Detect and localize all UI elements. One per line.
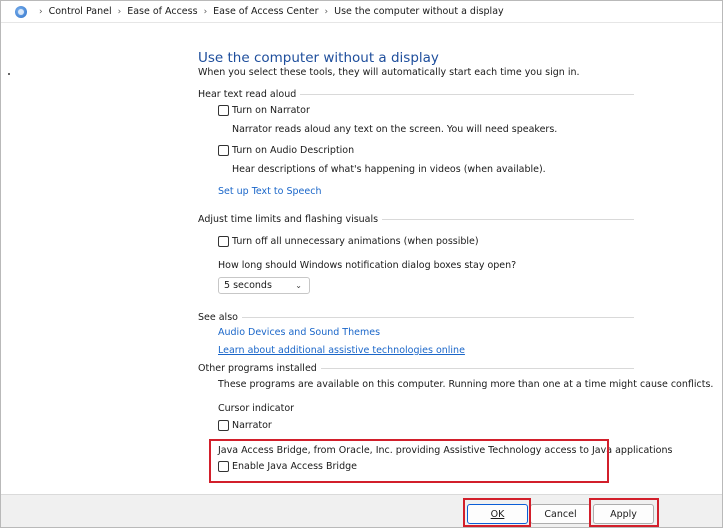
- audio-description-label[interactable]: Turn on Audio Description: [232, 145, 354, 156]
- animations-label[interactable]: Turn off all unnecessary animations (whe…: [232, 236, 479, 247]
- address-bar[interactable]: › Control Panel › Ease of Access › Ease …: [1, 1, 722, 23]
- breadcrumb-ease-of-access[interactable]: Ease of Access: [127, 6, 197, 17]
- audio-description-checkbox[interactable]: [218, 145, 229, 156]
- stray-dot: [8, 73, 10, 75]
- narrator-checkbox[interactable]: [218, 105, 229, 116]
- cursor-indicator-label: Cursor indicator: [218, 403, 295, 414]
- animations-checkbox-row[interactable]: Turn off all unnecessary animations (whe…: [218, 236, 479, 247]
- section-divider: [382, 218, 634, 220]
- other-narrator-checkbox[interactable]: [218, 420, 229, 431]
- audio-description-desc: Hear descriptions of what's happening in…: [232, 164, 546, 175]
- ok-button-label: OK: [490, 508, 505, 520]
- section-heading: See also: [198, 311, 238, 323]
- section-heading: Adjust time limits and flashing visuals: [198, 213, 379, 225]
- java-access-bridge-label[interactable]: Enable Java Access Bridge: [232, 461, 357, 472]
- section-see-also: See also: [198, 311, 634, 323]
- section-other-programs: Other programs installed: [198, 362, 634, 374]
- chevron-right-icon: ›: [117, 6, 122, 17]
- notification-question: How long should Windows notification dia…: [218, 260, 517, 271]
- section-divider: [300, 93, 634, 95]
- chevron-right-icon: ›: [324, 6, 329, 17]
- java-access-bridge-checkbox[interactable]: [218, 461, 229, 472]
- chevron-down-icon: ⌄: [295, 281, 302, 290]
- narrator-description: Narrator reads aloud any text on the scr…: [232, 124, 558, 135]
- java-access-bridge-description: Java Access Bridge, from Oracle, Inc. pr…: [218, 445, 673, 456]
- dropdown-value: 5 seconds: [224, 280, 272, 291]
- breadcrumb: › Control Panel › Ease of Access › Ease …: [33, 6, 504, 17]
- breadcrumb-control-panel[interactable]: Control Panel: [49, 6, 112, 17]
- other-narrator-label[interactable]: Narrator: [232, 420, 272, 431]
- page-subtitle: When you select these tools, they will a…: [198, 67, 580, 78]
- text-to-speech-link[interactable]: Set up Text to Speech: [218, 186, 321, 197]
- audio-description-checkbox-row[interactable]: Turn on Audio Description: [218, 145, 354, 156]
- breadcrumb-current-page[interactable]: Use the computer without a display: [334, 6, 504, 17]
- control-panel-icon: [15, 6, 27, 18]
- breadcrumb-ease-of-access-center[interactable]: Ease of Access Center: [213, 6, 318, 17]
- assistive-tech-link[interactable]: Learn about additional assistive technol…: [218, 345, 465, 356]
- section-time-limits: Adjust time limits and flashing visuals: [198, 213, 634, 225]
- other-narrator-checkbox-row[interactable]: Narrator: [218, 420, 272, 431]
- apply-button-label: Apply: [610, 508, 637, 520]
- section-divider: [241, 316, 634, 318]
- narrator-label[interactable]: Turn on Narrator: [232, 105, 310, 116]
- other-programs-description: These programs are available on this com…: [218, 379, 714, 390]
- chevron-right-icon: ›: [203, 6, 208, 17]
- page-title: Use the computer without a display: [198, 50, 439, 66]
- animations-checkbox[interactable]: [218, 236, 229, 247]
- apply-button[interactable]: Apply: [593, 504, 654, 524]
- audio-devices-link[interactable]: Audio Devices and Sound Themes: [218, 327, 380, 338]
- narrator-checkbox-row[interactable]: Turn on Narrator: [218, 105, 310, 116]
- cancel-button-label: Cancel: [544, 508, 577, 520]
- section-divider: [320, 367, 634, 369]
- section-hear-text: Hear text read aloud: [198, 88, 634, 100]
- cancel-button[interactable]: Cancel: [530, 504, 591, 524]
- section-heading: Hear text read aloud: [198, 88, 297, 100]
- java-access-bridge-checkbox-row[interactable]: Enable Java Access Bridge: [218, 461, 357, 472]
- section-heading: Other programs installed: [198, 362, 317, 374]
- chevron-right-icon: ›: [39, 6, 43, 17]
- ok-button[interactable]: OK: [467, 504, 528, 524]
- notification-duration-dropdown[interactable]: 5 seconds ⌄: [218, 277, 310, 294]
